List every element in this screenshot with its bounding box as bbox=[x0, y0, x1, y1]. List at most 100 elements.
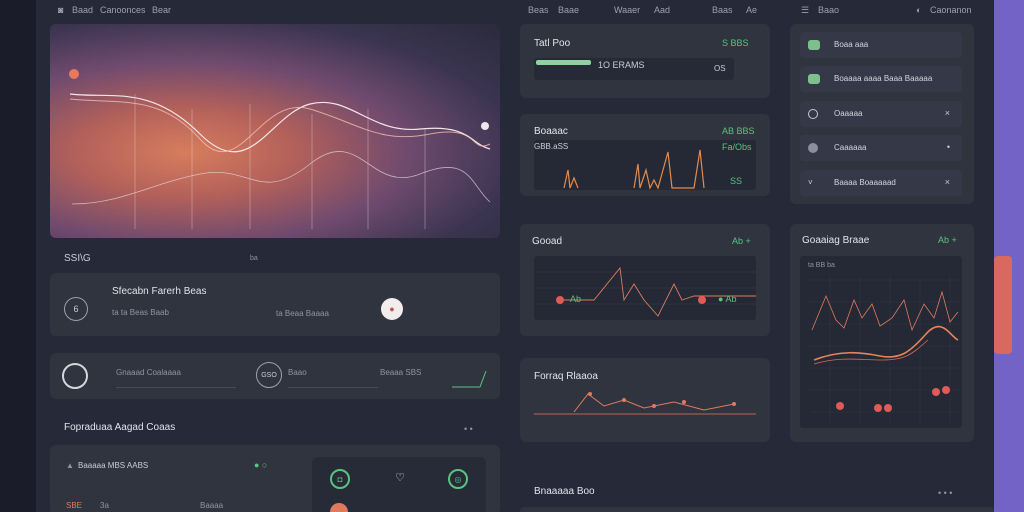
good-indicator: ● Ab bbox=[718, 294, 737, 304]
top-link-1[interactable]: Baad bbox=[72, 5, 93, 15]
total-right-top: S BBS bbox=[722, 38, 749, 48]
station-title: Sfecabn Farerh Beas bbox=[112, 286, 207, 297]
bars-right-bottom: SS bbox=[730, 176, 743, 186]
divider bbox=[288, 387, 378, 388]
settings-icon[interactable]: ◎ bbox=[448, 469, 468, 489]
mini-sparkline bbox=[452, 370, 487, 388]
bottom-left-card: ▲ Baaaaa MBS AABS ● ○ SBE 3a Baaaa ◘ ♡ ◎ bbox=[50, 445, 500, 512]
info-icon[interactable]: 6 bbox=[64, 297, 88, 321]
hero-lines bbox=[69, 69, 491, 229]
forecast-card: Forraq Rlaaoa bbox=[520, 358, 770, 442]
total-card: Tatl Poo S BBS 1O ERAMS OS bbox=[520, 24, 770, 98]
list-item[interactable]: Oaaaaa × bbox=[800, 101, 962, 127]
coding-plot bbox=[810, 276, 960, 424]
chevron-down-icon: ˅ bbox=[808, 178, 813, 187]
hero-caption-right: ba bbox=[250, 255, 258, 262]
bottom-row-2c: Baaaa bbox=[200, 501, 224, 510]
control-label-4: Beaaa SBS bbox=[380, 368, 422, 377]
list-item[interactable]: Boaaaa aaaa Baaa Baaaaa bbox=[800, 66, 962, 92]
window-left-edge bbox=[0, 0, 36, 512]
bottom-row-2: SBE bbox=[66, 501, 83, 510]
total-right-bottom: OS bbox=[714, 64, 726, 73]
circle-icon bbox=[808, 109, 818, 119]
record-button[interactable]: ● bbox=[381, 298, 403, 320]
menu-icon[interactable]: ☰ bbox=[801, 5, 809, 16]
section-more-button[interactable]: • • bbox=[464, 424, 473, 434]
list-item-label: Boaaaa aaaa Baaa Baaaaa bbox=[834, 74, 933, 83]
coding-card: Goaaiag Braae Ab + ta BB ba bbox=[790, 224, 974, 442]
square-icon bbox=[808, 40, 820, 50]
lock-icon[interactable]: ◘ bbox=[330, 469, 350, 489]
top-link-11[interactable]: Caonanon bbox=[930, 5, 972, 15]
good-plot bbox=[534, 266, 756, 317]
divider bbox=[116, 387, 236, 388]
list-card: Boaa aaa Boaaaa aaaa Baaa Baaaaa Oaaaaa … bbox=[790, 24, 974, 204]
top-link-9[interactable]: Ae bbox=[746, 5, 757, 15]
good-title: Gooad bbox=[532, 236, 563, 247]
coding-badge: Ab + bbox=[938, 235, 957, 245]
close-icon[interactable]: × bbox=[945, 177, 950, 187]
list-item[interactable]: Boaa aaa bbox=[800, 32, 962, 58]
list-item-label: Oaaaaa bbox=[834, 109, 863, 118]
square-icon bbox=[808, 74, 820, 84]
top-link-10[interactable]: Baao bbox=[818, 5, 839, 15]
good-chart: Ab ● Ab bbox=[534, 256, 756, 320]
top-link-7[interactable]: Aad bbox=[654, 5, 670, 15]
top-link-3[interactable]: Bear bbox=[152, 5, 171, 15]
dashboard-app: ◙ Baad Canoonces Bear Beas Baae Waaer Aa… bbox=[36, 0, 994, 512]
bottom-status: ● ○ bbox=[254, 460, 268, 470]
control-label-1: Gnaaad Coalaaaa bbox=[116, 368, 181, 377]
good-card: Gooad Ab + Ab ● Ab bbox=[520, 224, 770, 336]
section-title: Fopraduaa Aagad Coaas bbox=[64, 422, 176, 433]
list-item-label: Boaa aaa bbox=[834, 40, 869, 49]
coding-title: Goaaiag Braae bbox=[802, 235, 870, 246]
hero-caption: SSI\G bbox=[64, 253, 91, 264]
list-item[interactable]: Caaaaaa • bbox=[800, 135, 962, 161]
bottom-row-1: Baaaaa MBS AABS bbox=[78, 461, 149, 470]
list-item-label: Baaaa Boaaaaad bbox=[834, 178, 896, 187]
progress-track: 1O ERAMS OS bbox=[534, 58, 734, 80]
scrollbar-handle[interactable] bbox=[994, 256, 1012, 354]
station-subtitle: ta ta Beas Baab bbox=[112, 308, 169, 317]
top-link-6[interactable]: Waaer bbox=[614, 5, 640, 15]
user-icon[interactable]: ◐ bbox=[916, 5, 921, 15]
bottom-mid-card bbox=[520, 507, 994, 512]
bars-title: Boaaac bbox=[534, 126, 568, 137]
total-value: 1O ERAMS bbox=[598, 60, 645, 70]
icon-panel: ◘ ♡ ◎ bbox=[312, 457, 486, 512]
good-tag: Ab bbox=[570, 294, 582, 304]
good-badge: Ab + bbox=[732, 236, 751, 246]
bars-spikes bbox=[563, 149, 705, 190]
station-mid: ta Beaa Baaaa bbox=[276, 309, 329, 318]
forecast-title: Forraq Rlaaoa bbox=[534, 371, 598, 382]
close-icon[interactable]: × bbox=[945, 108, 950, 118]
forecast-plot bbox=[534, 392, 756, 415]
top-link-4[interactable]: Beas bbox=[528, 5, 549, 15]
station-card: 6 Sfecabn Farerh Beas ta ta Beas Baab ta… bbox=[50, 273, 500, 336]
top-link-8[interactable]: Baas bbox=[712, 5, 733, 15]
coding-legend: ta BB ba bbox=[808, 262, 835, 269]
home-icon[interactable]: ◙ bbox=[58, 5, 63, 15]
bottom-mid-title: Bnaaaaa Boo bbox=[534, 486, 595, 497]
progress-fill bbox=[536, 60, 591, 65]
bottom-row-2b: 3a bbox=[100, 501, 109, 510]
top-link-5[interactable]: Baae bbox=[558, 5, 579, 15]
total-title: Tatl Poo bbox=[534, 38, 571, 49]
bars-chart: GBB.aSS Fa/Obs SS bbox=[534, 140, 756, 190]
bottom-mid-more-button[interactable]: • • • bbox=[938, 488, 952, 498]
dot-icon[interactable]: • bbox=[947, 142, 950, 152]
top-link-2[interactable]: Canoonces bbox=[100, 5, 146, 15]
circle-icon bbox=[808, 143, 818, 153]
bottom-warning-icon: ▲ bbox=[66, 461, 74, 470]
list-item[interactable]: ˅ Baaaa Boaaaaad × bbox=[800, 170, 962, 196]
orange-dot-icon[interactable] bbox=[330, 503, 348, 512]
control-label-3: Baao bbox=[288, 368, 307, 377]
top-bar: ◙ Baad Canoonces Bear Beas Baae Waaer Aa… bbox=[36, 0, 994, 20]
bars-card: Boaaac AB BBS GBB.aSS Fa/Obs SS bbox=[520, 114, 770, 196]
hero-chart bbox=[50, 24, 500, 238]
list-item-label: Caaaaaa bbox=[834, 143, 867, 152]
coding-chart: ta BB ba bbox=[800, 256, 962, 428]
location-icon[interactable]: ♡ bbox=[392, 469, 408, 485]
radio-icon[interactable] bbox=[62, 363, 88, 389]
gso-button[interactable]: GSO bbox=[256, 362, 282, 388]
